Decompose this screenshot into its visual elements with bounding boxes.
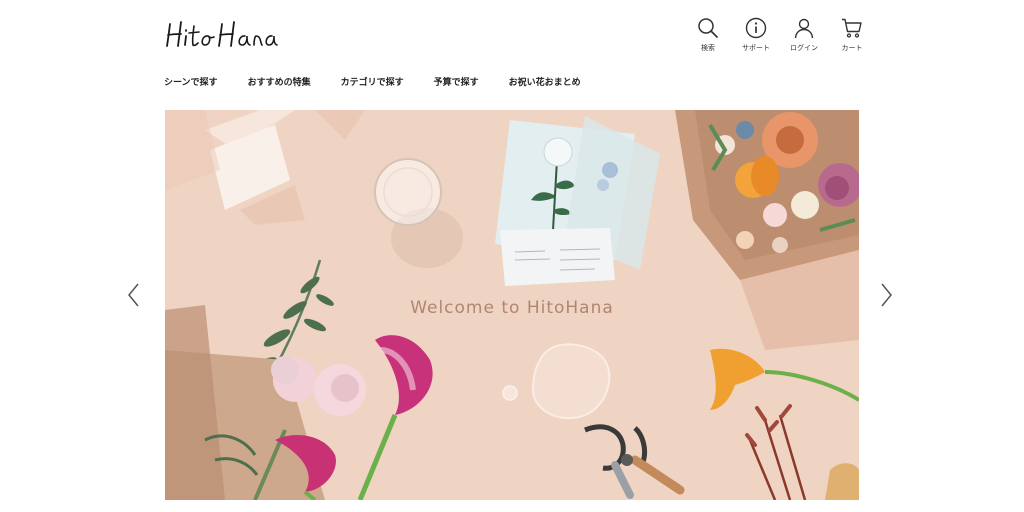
hero-banner[interactable]: Welcome to HitoHana bbox=[165, 110, 859, 500]
cart-label: カート bbox=[841, 44, 863, 52]
search-icon bbox=[698, 18, 718, 38]
nav-item-featured[interactable]: おすすめの特集 bbox=[248, 75, 311, 88]
support-label: サポート bbox=[742, 44, 770, 52]
brand-logo[interactable] bbox=[164, 14, 294, 54]
login-button[interactable]: ログイン bbox=[780, 16, 828, 53]
chevron-right-icon bbox=[881, 283, 892, 307]
carousel-prev-button[interactable] bbox=[124, 280, 144, 310]
cart-button[interactable]: カート bbox=[828, 16, 876, 53]
cart-icon bbox=[842, 18, 862, 38]
login-label: ログイン bbox=[790, 44, 818, 52]
info-icon bbox=[745, 17, 767, 39]
nav-item-category[interactable]: カテゴリで探す bbox=[341, 75, 404, 88]
nav-item-celebration[interactable]: お祝い花おまとめ bbox=[509, 75, 581, 88]
support-button[interactable]: サポート bbox=[732, 16, 780, 53]
nav-item-scene[interactable]: シーンで探す bbox=[164, 75, 218, 88]
user-icon bbox=[794, 18, 814, 39]
header-icons: 検索 サポート ログイン カート bbox=[684, 16, 876, 53]
hitohana-logo-icon bbox=[166, 21, 278, 47]
main-nav: シーンで探す おすすめの特集 カテゴリで探す 予算で探す お祝い花おまとめ bbox=[164, 75, 581, 88]
search-button[interactable]: 検索 bbox=[684, 16, 732, 53]
nav-item-budget[interactable]: 予算で探す bbox=[434, 75, 479, 88]
carousel-next-button[interactable] bbox=[876, 280, 896, 310]
chevron-left-icon bbox=[128, 283, 139, 307]
hero-title: Welcome to HitoHana bbox=[410, 298, 614, 318]
search-label: 検索 bbox=[701, 44, 715, 52]
